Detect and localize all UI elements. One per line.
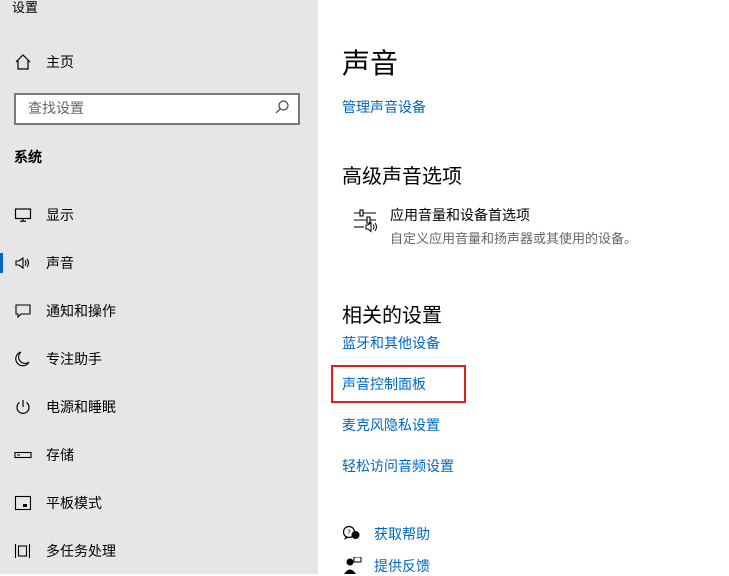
ease-of-access-audio-link[interactable]: 轻松访问音频设置: [342, 456, 454, 476]
sidebar-item-focus-assist[interactable]: 专注助手: [0, 344, 318, 374]
microphone-privacy-link[interactable]: 麦克风隐私设置: [342, 415, 440, 435]
power-icon: [13, 397, 33, 417]
bluetooth-devices-link[interactable]: 蓝牙和其他设备: [342, 333, 440, 353]
feedback-label: 提供反馈: [374, 559, 430, 575]
sidebar-item-label: 存储: [46, 448, 74, 464]
monitor-icon: [13, 205, 33, 225]
feedback-icon: [342, 556, 362, 576]
storage-icon: [13, 445, 33, 465]
sidebar-item-label: 平板模式: [46, 496, 102, 512]
mixer-icon: [352, 207, 380, 235]
home-icon: [14, 53, 32, 71]
section-heading: 系统: [14, 150, 42, 166]
sidebar-item-sound[interactable]: 声音: [0, 248, 318, 278]
feedback-link[interactable]: 提供反馈: [342, 556, 430, 576]
related-settings-heading: 相关的设置: [342, 303, 442, 327]
option-description: 自定义应用音量和扬声器或其使用的设备。: [390, 232, 638, 247]
moon-icon: [13, 349, 33, 369]
app-volume-device-preferences[interactable]: 应用音量和设备首选项 自定义应用音量和扬声器或其使用的设备。: [352, 205, 637, 247]
tablet-icon: [13, 493, 33, 513]
sidebar-item-storage[interactable]: 存储: [0, 440, 318, 470]
sidebar-item-power-sleep[interactable]: 电源和睡眠: [0, 392, 318, 422]
svg-text:?: ?: [347, 529, 351, 537]
sidebar-item-label: 多任务处理: [46, 544, 116, 560]
sidebar-item-tablet-mode[interactable]: 平板模式: [0, 488, 318, 518]
sidebar-item-label: 电源和睡眠: [46, 400, 116, 416]
sidebar-item-notifications[interactable]: 通知和操作: [0, 296, 318, 326]
search-input[interactable]: [26, 100, 274, 118]
manage-sound-devices-link[interactable]: 管理声音设备: [342, 97, 426, 117]
notification-icon: [13, 301, 33, 321]
search-box[interactable]: [14, 93, 300, 125]
highlight-box: [331, 365, 466, 403]
option-title: 应用音量和设备首选项: [390, 208, 530, 224]
sidebar-item-home[interactable]: 主页: [14, 52, 74, 72]
sidebar-item-label: 声音: [46, 256, 74, 272]
multitask-icon: [13, 541, 33, 561]
app-title: 设置: [12, 1, 39, 16]
sidebar-item-label: 专注助手: [46, 352, 102, 368]
sidebar-item-multitasking[interactable]: 多任务处理: [0, 536, 318, 566]
sidebar-item-display[interactable]: 显示: [0, 200, 318, 230]
help-chat-icon: ?: [342, 524, 362, 544]
sidebar-item-label: 通知和操作: [46, 304, 116, 320]
get-help-link[interactable]: ? 获取帮助: [342, 524, 430, 544]
sidebar: 设置 主页 系统 显示 声音 通知和操作 专注助手: [0, 0, 318, 574]
page-title: 声音: [342, 47, 399, 80]
sidebar-item-label: 显示: [46, 208, 74, 224]
sidebar-item-label: 主页: [46, 55, 74, 71]
search-icon[interactable]: [274, 99, 290, 119]
get-help-label: 获取帮助: [374, 527, 430, 543]
speaker-icon: [13, 253, 33, 273]
advanced-sound-heading: 高级声音选项: [342, 164, 462, 188]
